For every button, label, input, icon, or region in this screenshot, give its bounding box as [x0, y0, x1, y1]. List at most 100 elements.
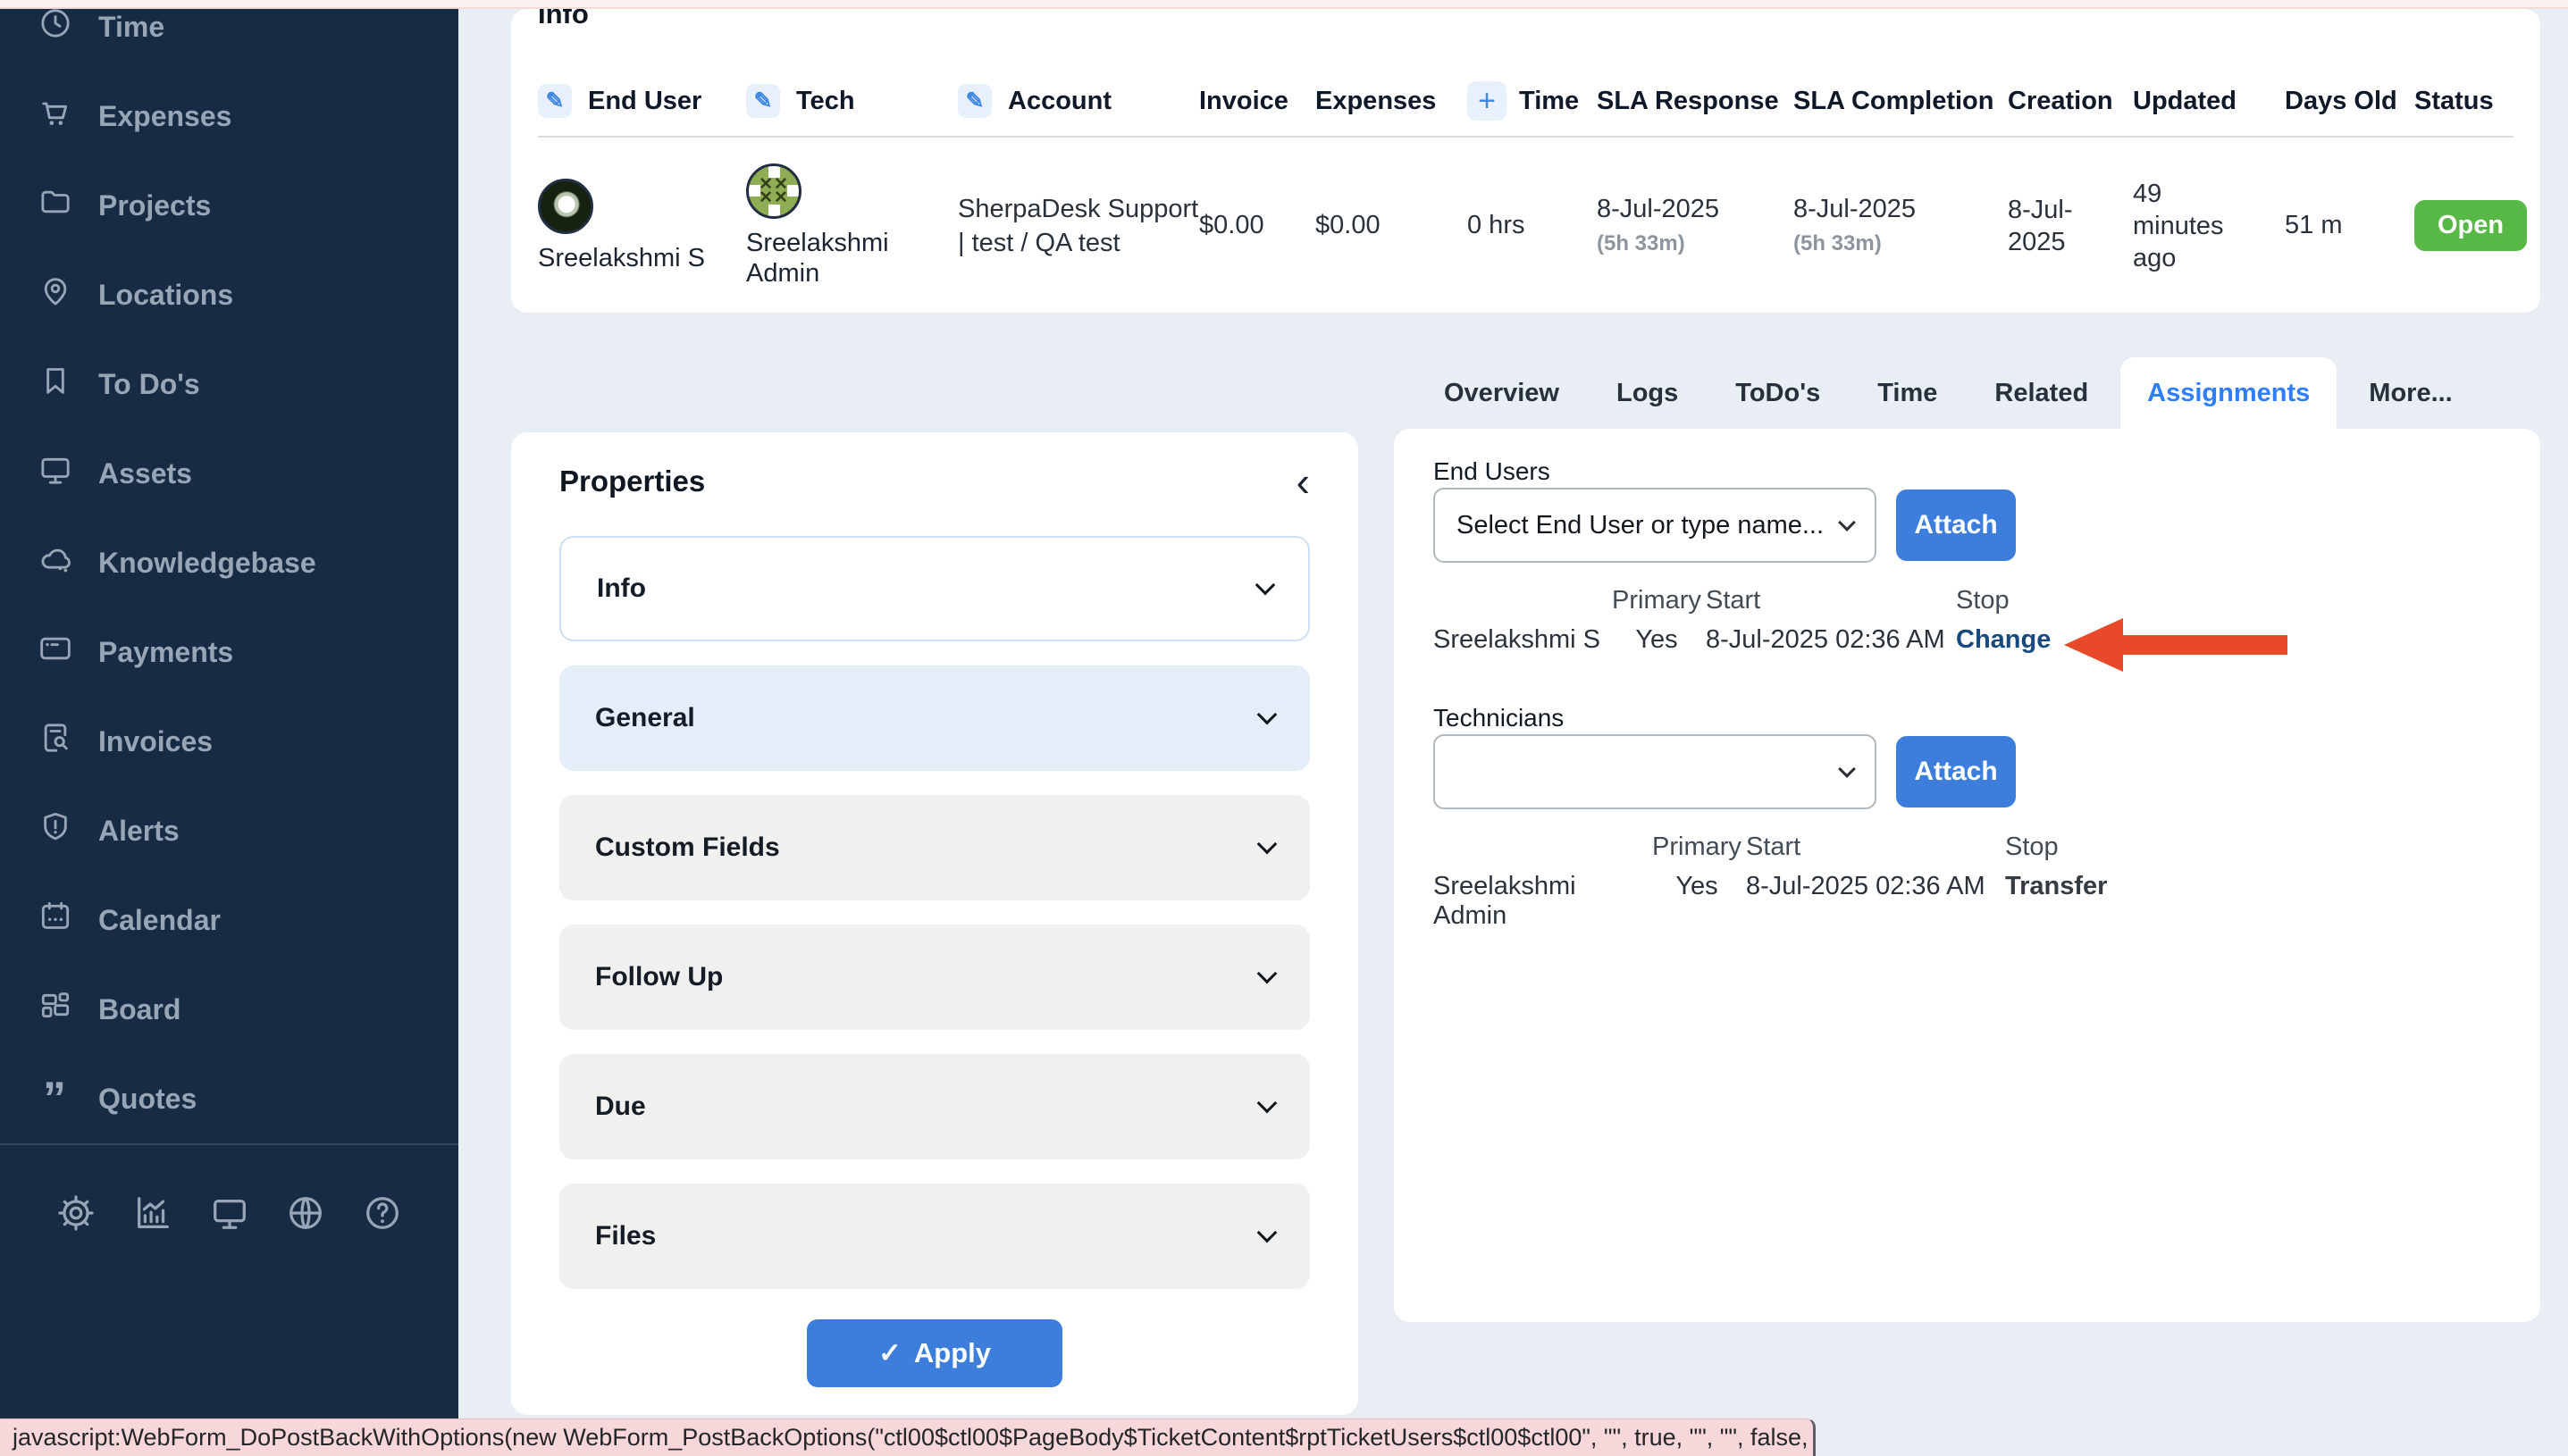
- tech-name: Sreelakshmi Admin: [746, 228, 907, 289]
- sidebar-item-alerts[interactable]: Alerts: [0, 786, 458, 875]
- tab-related[interactable]: Related: [1994, 357, 2088, 429]
- sidebar-item-label: Time: [98, 11, 164, 44]
- accordion-label: Info: [597, 573, 646, 604]
- annotation-arrow: [2064, 618, 2287, 672]
- tab-logs[interactable]: Logs: [1616, 357, 1678, 429]
- updated-value: 49 minutes ago: [2133, 178, 2238, 274]
- attach-technician-button[interactable]: Attach: [1896, 736, 2016, 807]
- collapse-panel-icon[interactable]: ‹: [1297, 465, 1310, 498]
- ticket-summary-card: Info ✎ End User ✎ Tech ✎ Account Invoice…: [511, 9, 2540, 313]
- tab-assignments[interactable]: Assignments: [2120, 357, 2337, 429]
- column-label: SLA Response: [1597, 87, 1779, 116]
- edit-account-icon[interactable]: ✎: [958, 84, 992, 118]
- sidebar-item-invoices[interactable]: Invoices: [0, 697, 458, 786]
- sidebar-footer: [55, 1170, 403, 1259]
- properties-panel: Properties ‹ Info General Custom Fields …: [511, 432, 1358, 1415]
- accordion-info[interactable]: Info: [559, 536, 1310, 641]
- end-user-assignment-row: Sreelakshmi S Yes 8-Jul-2025 02:36 AM Ch…: [1433, 625, 2112, 655]
- assigned-technician-name: Sreelakshmi Admin: [1433, 872, 1648, 931]
- technicians-table-header: Primary Start Stop: [1433, 833, 2148, 862]
- edit-tech-icon[interactable]: ✎: [746, 84, 780, 118]
- cart-icon: [38, 95, 73, 138]
- check-icon: ✓: [878, 1337, 902, 1369]
- status-badge[interactable]: Open: [2414, 200, 2527, 251]
- accordion-label: Files: [595, 1221, 656, 1251]
- column-label: Tech: [796, 87, 855, 116]
- end-users-table-header: Primary Start Stop: [1433, 586, 2112, 615]
- technician-select[interactable]: [1433, 734, 1876, 809]
- arrow-tail: [2119, 635, 2287, 655]
- cloud-icon: [38, 541, 73, 584]
- invoice-value: $0.00: [1199, 211, 1264, 240]
- stop-header: Stop: [1956, 586, 2112, 615]
- bookmark-icon: [38, 363, 73, 406]
- start-value: 8-Jul-2025 02:36 AM: [1746, 872, 2005, 931]
- sidebar-item-calendar[interactable]: Calendar: [0, 875, 458, 965]
- transfer-link[interactable]: Transfer: [2005, 872, 2148, 931]
- sla-response-detail: (5h 33m): [1597, 231, 1685, 256]
- shield-alert-icon: [38, 809, 73, 852]
- top-notification-strip: [0, 0, 2568, 9]
- tab-time[interactable]: Time: [1877, 357, 1937, 429]
- sidebar-item-label: Alerts: [98, 815, 180, 848]
- accordion-label: Custom Fields: [595, 833, 780, 863]
- end-users-label: End Users: [1433, 457, 1550, 486]
- help-icon[interactable]: [362, 1192, 403, 1238]
- globe-icon[interactable]: [285, 1192, 326, 1238]
- sidebar-item-projects[interactable]: Projects: [0, 161, 458, 250]
- accordion-files[interactable]: Files: [559, 1184, 1310, 1289]
- settings-gear-icon[interactable]: [55, 1192, 97, 1238]
- column-label: Updated: [2133, 87, 2237, 116]
- accordion-due[interactable]: Due: [559, 1054, 1310, 1159]
- tab-more[interactable]: More...: [2369, 357, 2452, 429]
- calendar-icon: [38, 899, 73, 941]
- sidebar-item-label: To Do's: [98, 368, 200, 401]
- sidebar-item-label: Quotes: [98, 1083, 197, 1116]
- sidebar-item-todos[interactable]: To Do's: [0, 339, 458, 429]
- tech-avatar[interactable]: ✕✕✕✕: [746, 163, 801, 219]
- accordion-custom-fields[interactable]: Custom Fields: [559, 795, 1310, 900]
- reports-chart-icon[interactable]: [132, 1192, 173, 1238]
- column-label: Expenses: [1315, 87, 1436, 116]
- sidebar-item-label: Invoices: [98, 725, 213, 758]
- accordion-general[interactable]: General: [559, 665, 1310, 771]
- add-time-icon[interactable]: +: [1467, 81, 1506, 121]
- accordion-label: Due: [595, 1092, 646, 1122]
- apply-button[interactable]: ✓ Apply: [807, 1319, 1062, 1387]
- attach-end-user-button[interactable]: Attach: [1896, 490, 2016, 561]
- sla-completion-detail: (5h 33m): [1793, 231, 1882, 256]
- properties-accordions: Info General Custom Fields Follow Up Due…: [559, 536, 1310, 1289]
- sidebar-item-expenses[interactable]: Expenses: [0, 71, 458, 161]
- header-divider: [538, 136, 2513, 138]
- sidebar-item-time[interactable]: Time: [0, 9, 458, 71]
- creation-value: 8-Jul-2025: [2008, 194, 2108, 258]
- devices-monitor-icon[interactable]: [209, 1192, 250, 1238]
- ticket-row: Sreelakshmi S ✕✕✕✕ Sreelakshmi Admin She…: [538, 143, 2513, 308]
- start-value: 8-Jul-2025 02:36 AM: [1706, 625, 1956, 655]
- sidebar-item-quotes[interactable]: ” Quotes: [0, 1054, 458, 1143]
- accordion-follow-up[interactable]: Follow Up: [559, 925, 1310, 1030]
- sidebar-item-label: Knowledgebase: [98, 547, 316, 580]
- tab-overview[interactable]: Overview: [1444, 357, 1559, 429]
- apply-label: Apply: [914, 1337, 991, 1369]
- monitor-icon: [38, 452, 73, 495]
- sidebar-item-assets[interactable]: Assets: [0, 429, 458, 518]
- end-user-avatar[interactable]: [538, 179, 593, 234]
- sidebar-item-locations[interactable]: Locations: [0, 250, 458, 339]
- column-label: Invoice: [1199, 87, 1288, 116]
- tab-todos[interactable]: ToDo's: [1735, 357, 1820, 429]
- end-user-select[interactable]: Select End User or type name...: [1433, 488, 1876, 563]
- sidebar-item-board[interactable]: Board: [0, 965, 458, 1054]
- sidebar-item-payments[interactable]: Payments: [0, 607, 458, 697]
- sidebar-nav: Time Expenses Projects Locations To Do's: [0, 9, 458, 1143]
- chevron-down-icon: [1257, 1093, 1278, 1114]
- sidebar-item-knowledgebase[interactable]: Knowledgebase: [0, 518, 458, 607]
- technician-assignment-row: Sreelakshmi Admin Yes 8-Jul-2025 02:36 A…: [1433, 872, 2148, 931]
- edit-end-user-icon[interactable]: ✎: [538, 84, 572, 118]
- chevron-down-icon: [1257, 705, 1278, 725]
- board-grid-icon: [38, 988, 73, 1031]
- browser-status-bar: javascript:WebForm_DoPostBackWithOptions…: [0, 1418, 1816, 1456]
- invoice-search-icon: [38, 720, 73, 763]
- sidebar-item-label: Projects: [98, 189, 211, 222]
- technicians-label: Technicians: [1433, 704, 1564, 732]
